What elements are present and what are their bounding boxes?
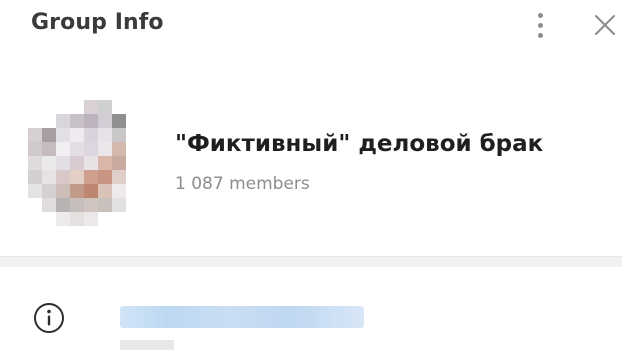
more-vertical-icon[interactable] [526,8,554,42]
avatar[interactable] [14,100,140,226]
page-title: Group Info [31,10,164,35]
group-profile: "Фиктивный" деловой брак 1 087 members [0,90,622,240]
info-row[interactable] [0,266,622,350]
info-icon [32,301,66,335]
blurred-link[interactable] [120,306,364,328]
close-icon[interactable] [592,12,618,38]
blurred-caption [120,340,174,350]
group-name: "Фиктивный" деловой брак [175,131,544,157]
member-count[interactable]: 1 087 members [175,174,310,194]
header: Group Info [0,0,622,52]
